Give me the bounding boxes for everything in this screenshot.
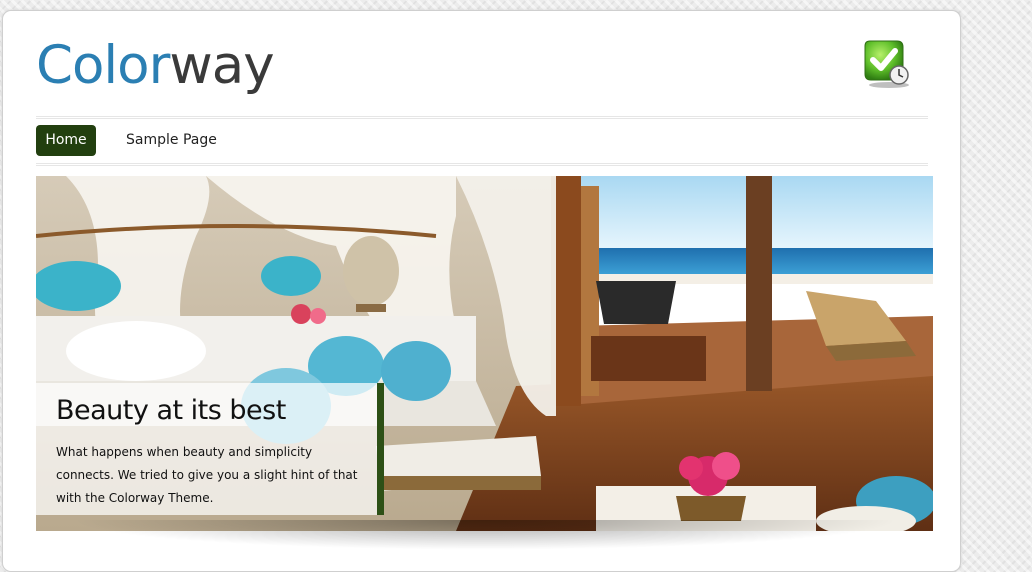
nav-sample-page[interactable]: Sample Page bbox=[126, 125, 236, 156]
slider-text: What happens when beauty and simplicity … bbox=[56, 445, 358, 505]
hero-slider[interactable]: Beauty at its best What happens when bea… bbox=[36, 176, 933, 531]
logo-part-way: way bbox=[169, 35, 274, 96]
main-navigation: Home Sample Page bbox=[36, 116, 928, 166]
slider-caption: Beauty at its best What happens when bea… bbox=[36, 383, 384, 515]
check-clock-icon[interactable] bbox=[859, 38, 913, 90]
logo-part-color: Color bbox=[36, 35, 170, 96]
nav-home[interactable]: Home bbox=[36, 125, 96, 156]
page-container: Colorway Home Sample Page Beauty at its … bbox=[2, 10, 961, 572]
hero-shadow bbox=[70, 520, 900, 550]
slider-title: Beauty at its best bbox=[56, 395, 286, 426]
site-logo[interactable]: Colorway bbox=[36, 35, 275, 96]
